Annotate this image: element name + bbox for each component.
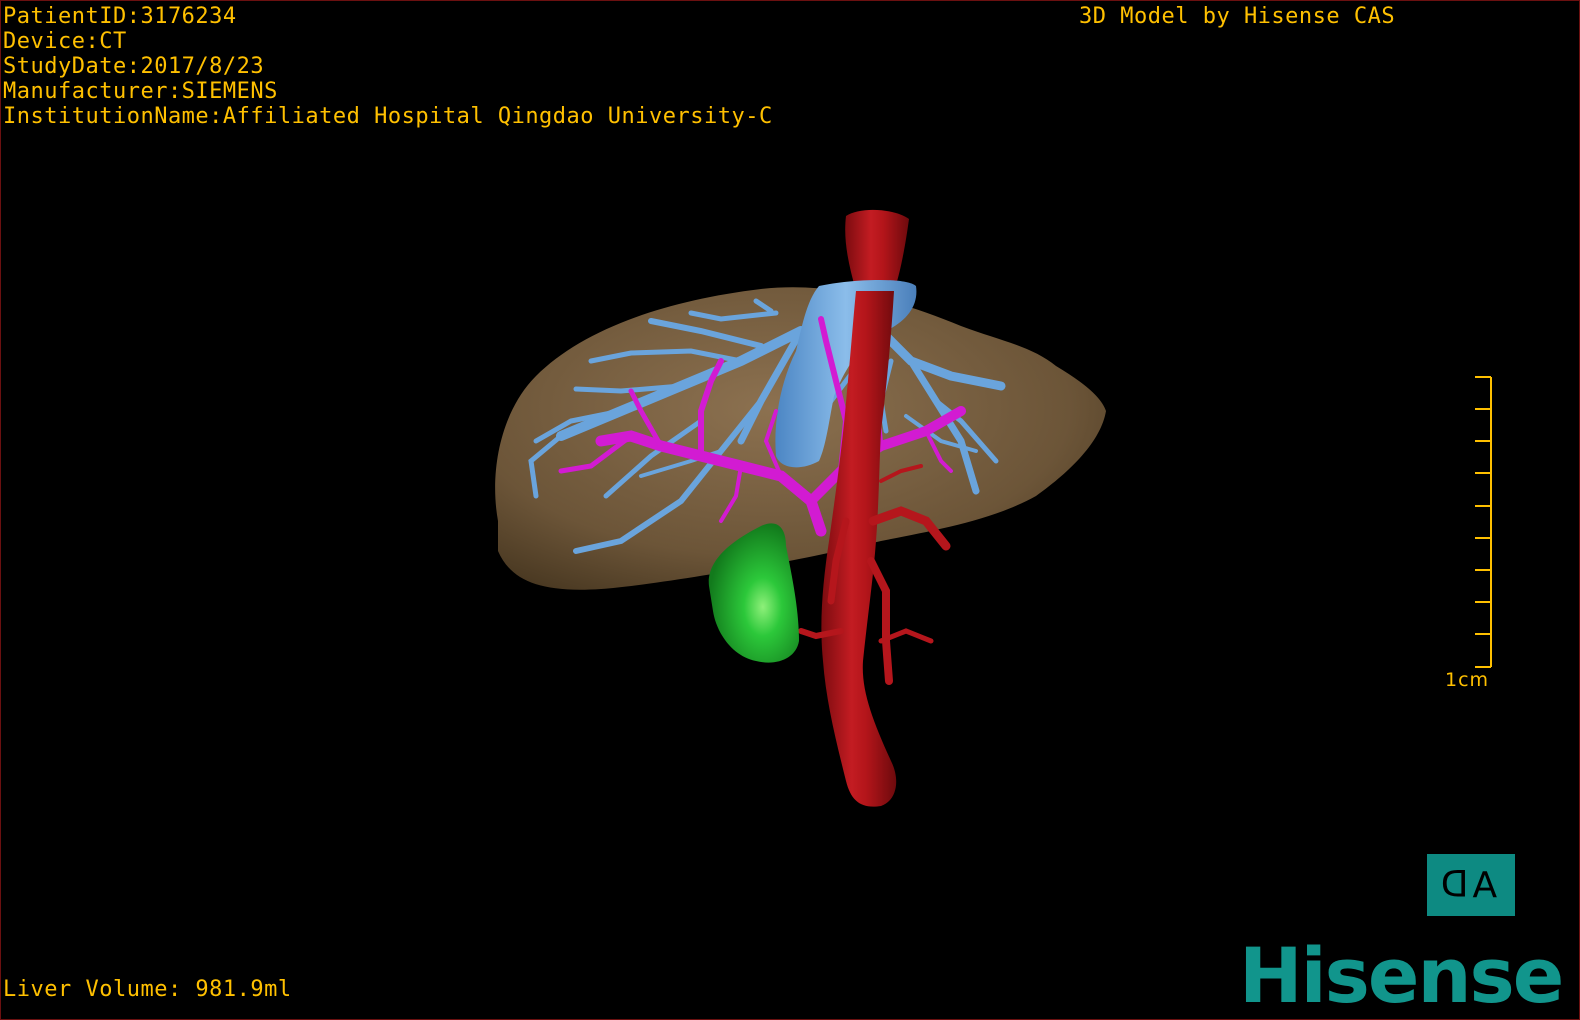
- scale-bar-label: 1cm: [1445, 669, 1490, 691]
- model-watermark: 3D Model by Hisense CAS: [1079, 4, 1396, 29]
- hisense-logo: Hisense: [1239, 931, 1564, 1020]
- orientation-left-glyph: ᗡ: [1440, 864, 1473, 906]
- patient-id-label: PatientID:3176234: [3, 4, 237, 29]
- orientation-right-glyph: A: [1472, 864, 1502, 906]
- aorta-upper: [845, 209, 909, 291]
- scale-bar: [1475, 376, 1492, 668]
- 3d-render-viewport[interactable]: [1, 1, 1580, 1020]
- liver-volume-label: Liver Volume: 981.9ml: [3, 977, 292, 1002]
- orientation-cube-icon[interactable]: ᗡ A: [1427, 854, 1515, 916]
- institution-label: InstitutionName:Affiliated Hospital Qing…: [3, 104, 773, 129]
- study-date-label: StudyDate:2017/8/23: [3, 54, 265, 79]
- manufacturer-label: Manufacturer:SIEMENS: [3, 79, 278, 104]
- viewer-frame: PatientID:3176234 Device:CT StudyDate:2017…: [0, 0, 1580, 1020]
- device-label: Device:CT: [3, 29, 127, 54]
- dicom-info-panel: PatientID:3176234 Device:CT StudyDate:2017…: [3, 4, 773, 129]
